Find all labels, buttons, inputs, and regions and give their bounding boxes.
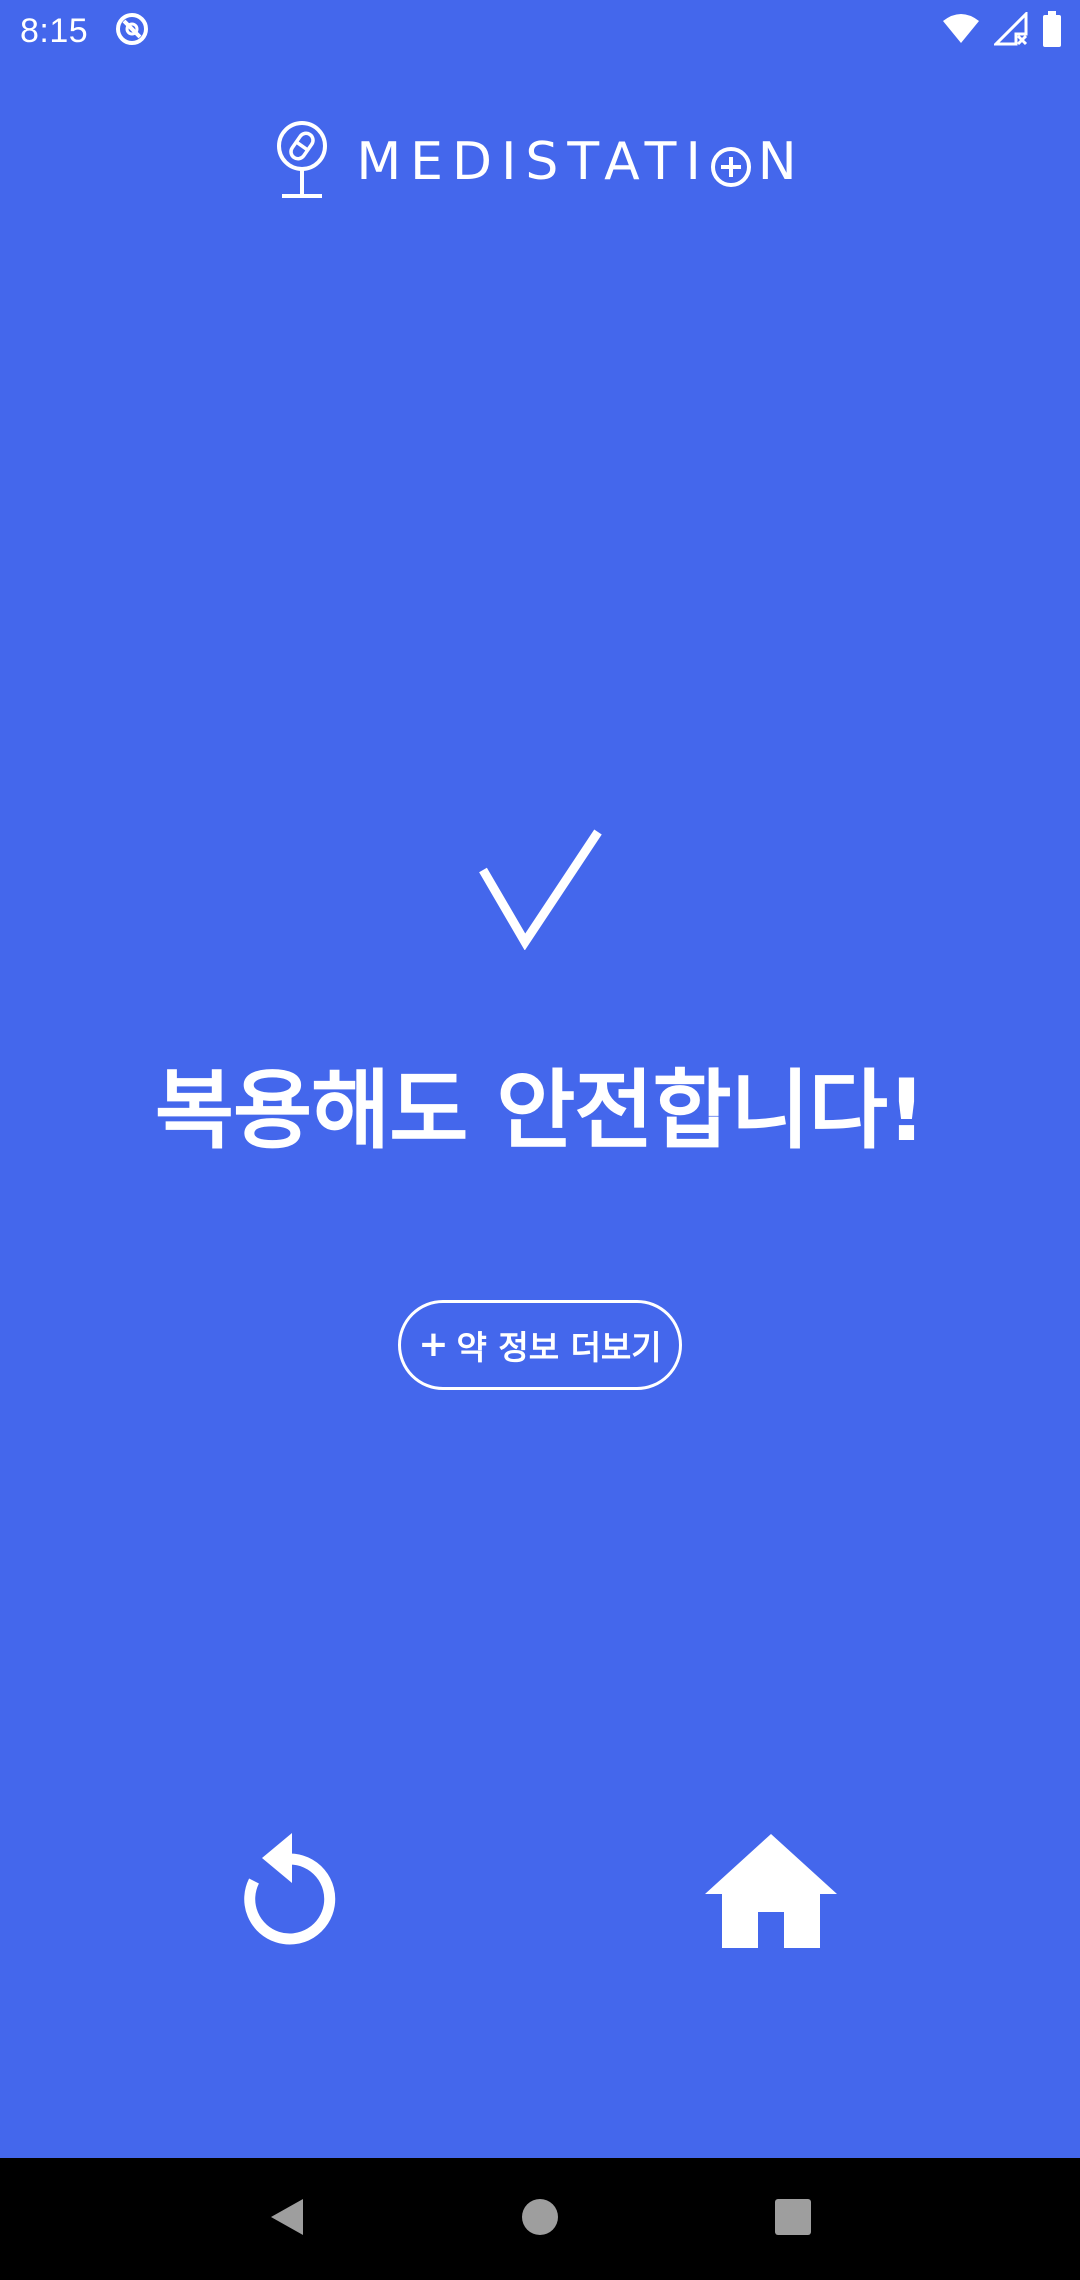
status-left: 8:15	[20, 11, 150, 51]
result-message: 복용해도 안전합니다!	[154, 1061, 926, 1161]
nav-back-button[interactable]	[247, 2179, 327, 2259]
plus-icon: +	[418, 1324, 449, 1365]
app-logo: MEDISTATI N	[0, 120, 1080, 204]
checkmark-icon	[478, 828, 604, 954]
logo-plus-circle-icon	[710, 141, 752, 187]
navigation-bar	[0, 2158, 1080, 2280]
status-time: 8:15	[20, 11, 89, 50]
status-right	[942, 10, 1062, 51]
retry-button[interactable]	[228, 1830, 352, 1954]
home-circle-icon	[520, 2197, 560, 2241]
pill-magnifier-icon	[274, 120, 330, 204]
wifi-icon	[942, 13, 980, 49]
status-bar: 8:15	[0, 0, 1080, 62]
more-info-label: 약 정보 더보기	[456, 1328, 662, 1367]
home-icon	[704, 1832, 838, 1952]
signal-icon	[992, 10, 1028, 50]
retry-icon	[240, 1831, 340, 1953]
app-name-end: N	[757, 132, 806, 192]
app-name-start: MEDISTATI	[356, 132, 710, 192]
nav-recents-button[interactable]	[753, 2179, 833, 2259]
home-button[interactable]	[700, 1830, 842, 1954]
back-triangle-icon	[267, 2197, 307, 2241]
more-info-button[interactable]: + 약 정보 더보기	[398, 1300, 682, 1390]
battery-icon	[1042, 11, 1062, 51]
app-name: MEDISTATI N	[356, 132, 805, 192]
recents-square-icon	[773, 2197, 813, 2241]
do-not-disturb-icon	[114, 11, 150, 51]
nav-home-button[interactable]	[500, 2179, 580, 2259]
